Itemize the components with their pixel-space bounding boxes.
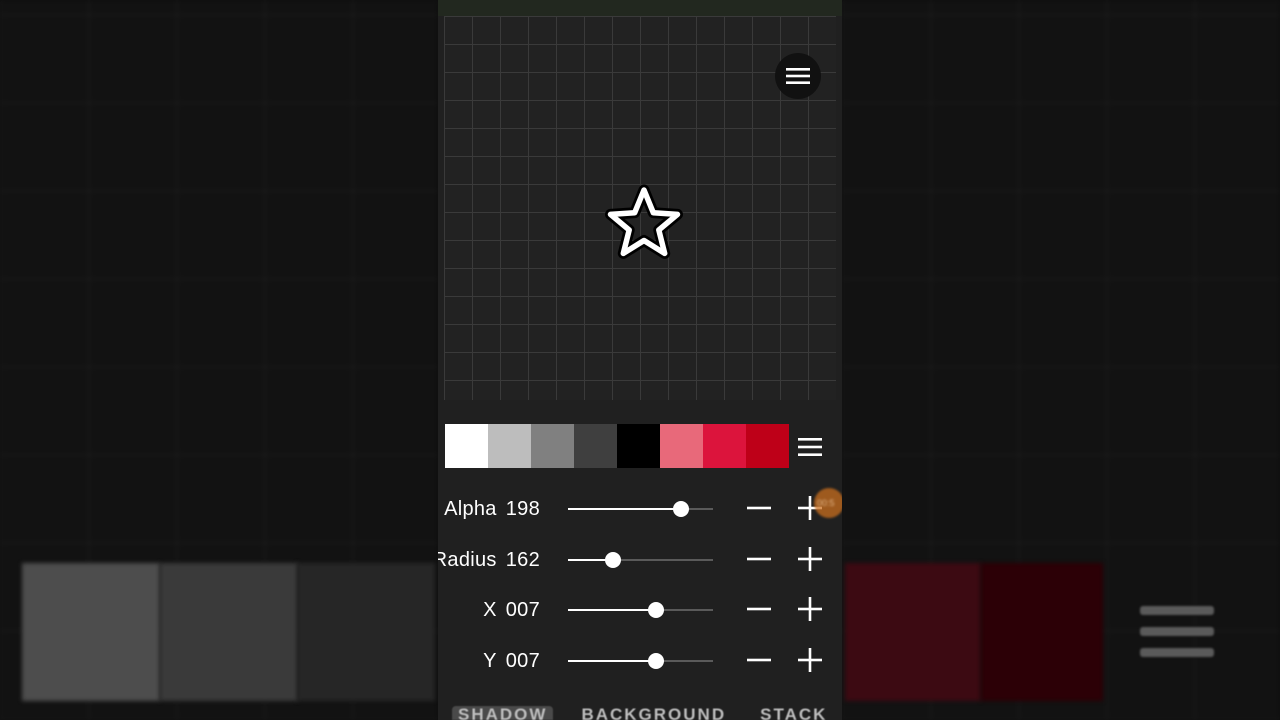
y-decrement-button[interactable] (746, 647, 772, 673)
app-window: Alpha 198 Radius 162 X 007 Y 007 00:5 SHADOW BAC… (438, 0, 842, 720)
radius-slider-thumb[interactable] (604, 552, 621, 568)
background-swatch (22, 563, 160, 701)
y-increment-button[interactable] (797, 647, 823, 673)
slider-row-radius: Radius 162 (438, 540, 842, 580)
star-outline-icon (605, 184, 683, 259)
tab-stack[interactable]: STACK (754, 706, 833, 720)
color-palette (445, 424, 789, 468)
y-label: Y 007 (483, 649, 540, 673)
x-decrement-button[interactable] (746, 596, 772, 622)
x-slider-fill (568, 609, 656, 611)
y-value: 007 (505, 650, 540, 672)
radius-label: Radius 162 (438, 548, 540, 572)
slider-row-alpha: Alpha 198 (438, 489, 842, 529)
color-swatch[interactable] (660, 424, 703, 468)
minus-icon (747, 607, 771, 611)
color-swatch[interactable] (703, 424, 746, 468)
alpha-slider-fill (568, 508, 681, 510)
y-slider-thumb[interactable] (648, 653, 664, 669)
color-swatch[interactable] (445, 424, 488, 468)
color-swatch[interactable] (488, 424, 531, 468)
radius-label-text: Radius (438, 549, 497, 571)
alpha-value: 198 (505, 498, 540, 520)
bottom-tab-bar: SHADOW BACKGROUND STACK (452, 706, 833, 720)
color-swatch[interactable] (531, 424, 574, 468)
radius-increment-button[interactable] (797, 546, 823, 572)
radius-decrement-button[interactable] (746, 546, 772, 572)
minus-icon (747, 658, 771, 662)
status-bar (438, 0, 842, 16)
plus-icon (798, 547, 822, 571)
canvas-menu-button[interactable] (775, 53, 821, 99)
color-swatch[interactable] (617, 424, 660, 468)
background-swatch (297, 563, 435, 701)
screen-record-badge: 00:5 (814, 488, 842, 518)
background-swatch (160, 563, 298, 701)
alpha-label-text: Alpha (444, 498, 497, 520)
slider-row-x: X 007 (438, 590, 842, 630)
preview-canvas-grid (444, 16, 836, 400)
hamburger-menu-icon (786, 68, 810, 84)
slider-row-y: Y 007 (438, 641, 842, 681)
minus-icon (747, 557, 771, 561)
plus-icon (798, 597, 822, 621)
x-slider-thumb[interactable] (648, 602, 664, 618)
x-slider[interactable] (568, 602, 713, 618)
plus-icon (798, 648, 822, 672)
alpha-decrement-button[interactable] (746, 495, 772, 521)
tab-shadow[interactable]: SHADOW (452, 706, 554, 720)
alpha-slider[interactable] (568, 501, 713, 517)
alpha-label: Alpha 198 (444, 497, 540, 521)
x-increment-button[interactable] (797, 596, 823, 622)
palette-menu-button[interactable] (795, 435, 825, 459)
x-label: X 007 (483, 598, 540, 622)
y-label-text: Y (483, 650, 497, 672)
background-swatch (845, 563, 981, 701)
x-label-text: X (483, 599, 497, 621)
alpha-slider-thumb[interactable] (672, 501, 689, 517)
color-swatch[interactable] (574, 424, 617, 468)
radius-value: 162 (505, 549, 540, 571)
x-value: 007 (505, 599, 540, 621)
background-swatch (981, 563, 1103, 701)
y-slider[interactable] (568, 653, 713, 669)
minus-icon (747, 506, 771, 510)
color-swatch[interactable] (746, 424, 789, 468)
tab-background[interactable]: BACKGROUND (575, 706, 732, 720)
radius-slider[interactable] (568, 552, 713, 568)
hamburger-menu-icon (798, 438, 822, 456)
y-slider-fill (568, 660, 656, 662)
